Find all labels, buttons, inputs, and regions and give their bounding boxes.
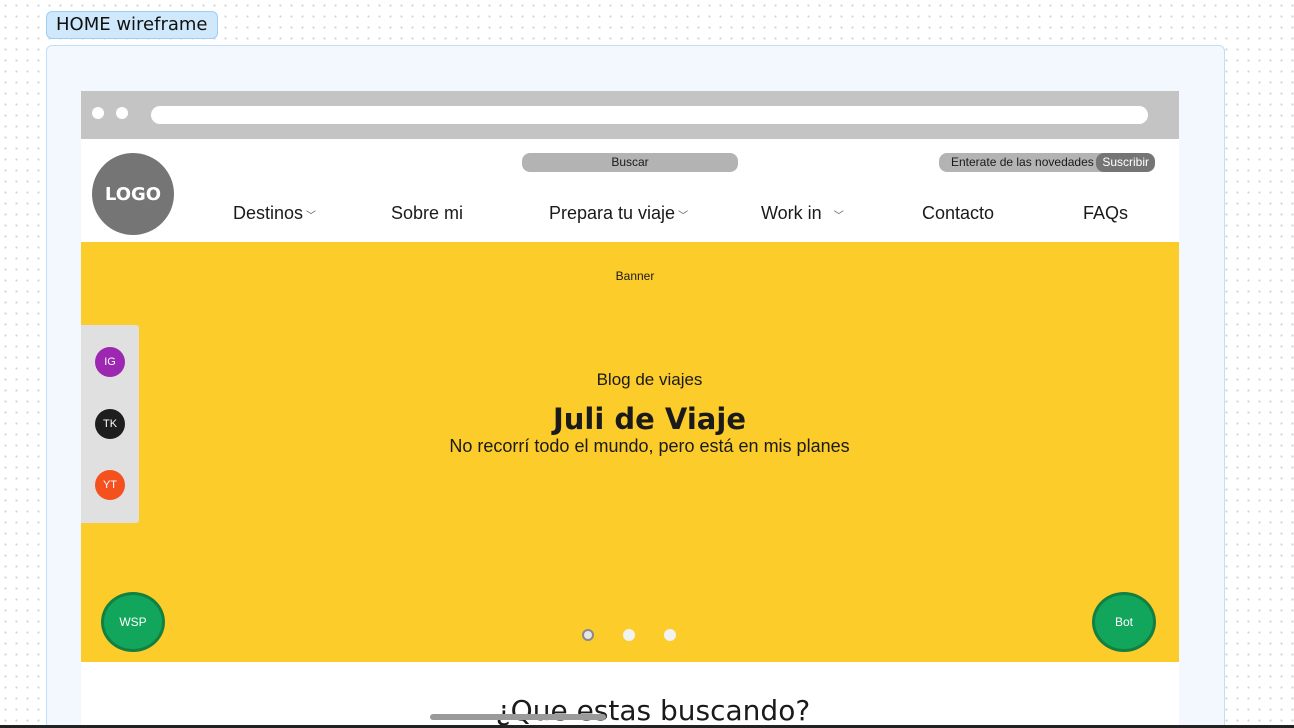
nav-item-prepara-tu-viaje[interactable]: Prepara tu viaje ﹀ (549, 203, 688, 224)
nav-item-work-in[interactable]: Work in ﹀ (761, 203, 844, 224)
nav-item-label: Sobre mi (391, 203, 464, 223)
nav-item-label: Contacto (922, 203, 995, 223)
frame-label: HOME wireframe (46, 11, 218, 39)
hero-subtitle: No recorrí todo el mundo, pero está en m… (449, 436, 850, 456)
browser-bar (81, 91, 1179, 139)
address-bar[interactable] (151, 106, 1148, 124)
carousel-dot-1[interactable] (582, 629, 594, 641)
newsletter-text: Enterate de las novedades (951, 155, 1094, 169)
instagram-icon[interactable]: IG (95, 347, 125, 377)
youtube-icon[interactable]: YT (95, 470, 125, 500)
carousel-dot-2[interactable] (623, 629, 635, 641)
nav-item-label: Work in (761, 203, 822, 223)
chatbot-button[interactable]: Bot (1092, 592, 1156, 652)
chevron-down-icon: ﹀ (678, 210, 689, 222)
hero-banner: Banner Blog de viajes Juli de Viaje No r… (81, 242, 1179, 662)
social-sidebar: IG TK YT (81, 325, 139, 523)
window-dot-icon (92, 107, 104, 119)
nav-item-destinos[interactable]: Destinos ﹀ (233, 203, 316, 224)
scrollbar-thumb[interactable] (430, 714, 606, 720)
nav-item-sobre-mi[interactable]: Sobre mi (391, 203, 463, 224)
tiktok-icon[interactable]: TK (95, 409, 125, 439)
logo[interactable]: LOGO (92, 153, 174, 235)
search-button[interactable]: Buscar (522, 153, 738, 172)
hero-title: Juli de Viaje (553, 402, 746, 436)
nav-item-label: Prepara tu viaje (549, 203, 676, 223)
subscribe-button[interactable]: Suscribir (1096, 153, 1155, 172)
hero-kicker: Blog de viajes (596, 370, 703, 389)
whatsapp-button[interactable]: WSP (101, 592, 165, 652)
carousel-dot-3[interactable] (664, 629, 676, 641)
newsletter-field[interactable]: Enterate de las novedades Suscribir (939, 153, 1155, 172)
section-title: ¿Que estas buscando? (495, 694, 811, 727)
nav-item-faqs[interactable]: FAQs (1083, 203, 1128, 224)
nav-item-label: FAQs (1083, 203, 1129, 223)
chevron-down-icon: ﹀ (833, 210, 844, 222)
nav-item-contacto[interactable]: Contacto (922, 203, 994, 224)
window-dot-icon (116, 107, 128, 119)
nav-item-label: Destinos (233, 203, 304, 223)
chevron-down-icon: ﹀ (306, 210, 317, 222)
site-header: LOGO Buscar Enterate de las novedades Su… (81, 139, 1179, 242)
banner-label: Banner (615, 269, 655, 283)
